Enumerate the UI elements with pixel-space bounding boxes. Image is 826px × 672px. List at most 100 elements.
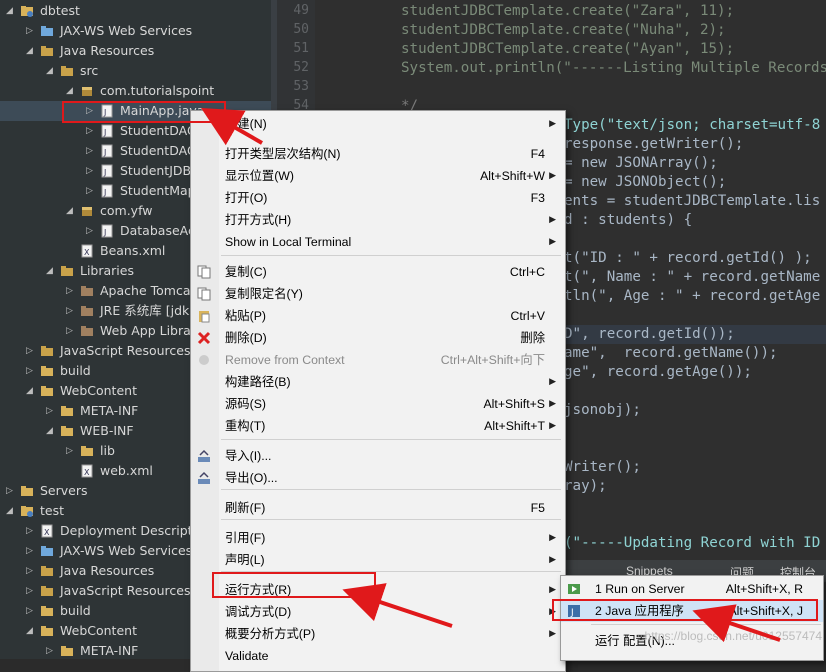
collapsed-chevron-icon[interactable]: ▷ xyxy=(66,285,74,297)
tree-item-label: com.yfw xyxy=(100,203,153,218)
collapsed-chevron-icon[interactable]: ▷ xyxy=(26,365,34,377)
collapsed-chevron-icon[interactable]: ▷ xyxy=(26,525,34,537)
collapsed-chevron-icon[interactable]: ▷ xyxy=(86,185,94,197)
code-line[interactable]: Type("text/json; charset=utf-8 xyxy=(564,117,820,133)
submenu-arrow-icon: ▶ xyxy=(549,171,556,181)
collapsed-chevron-icon[interactable]: ▷ xyxy=(86,145,94,157)
collapsed-chevron-icon[interactable]: ▷ xyxy=(66,305,74,317)
code-line[interactable]: ents = studentJDBCTemplate.lis xyxy=(564,193,820,209)
menu-item-20[interactable]: 调试方式(D) ▶ xyxy=(191,601,565,623)
code-line[interactable]: Writer(); xyxy=(564,459,641,475)
code-line[interactable]: tln(", Age : " + record.getAge xyxy=(564,288,820,304)
collapsed-chevron-icon[interactable]: ▷ xyxy=(86,225,94,237)
menu-item-8[interactable]: 粘贴(P) Ctrl+V xyxy=(191,305,565,327)
line-number: 50 xyxy=(293,22,309,37)
menu-item-17[interactable]: 引用(F) ▶ xyxy=(191,527,565,549)
menu-item-label: 新建(N) xyxy=(225,117,267,131)
menu-item-12[interactable]: 源码(S) Alt+Shift+S ▶ xyxy=(191,393,565,415)
expanded-chevron-icon[interactable]: ◢ xyxy=(26,385,34,397)
submenu-arrow-icon: ▶ xyxy=(549,421,556,431)
code-line[interactable]: studentJDBCTemplate.create("Ayan", 15); xyxy=(401,41,734,57)
submenu-item-shortcut: Alt+Shift+X, R xyxy=(725,582,803,596)
collapsed-chevron-icon[interactable]: ▷ xyxy=(46,405,54,417)
menu-item-0[interactable]: 新建(N) ▶ xyxy=(191,113,565,135)
collapsed-chevron-icon[interactable]: ▷ xyxy=(66,445,74,457)
menu-item-6[interactable]: 复制(C) Ctrl+C xyxy=(191,261,565,283)
menu-item-14[interactable]: 导入(I)... xyxy=(191,445,565,467)
menu-item-1[interactable]: 打开类型层次结构(N) F4 xyxy=(191,143,565,165)
menu-item-22[interactable]: Validate xyxy=(191,645,565,667)
menu-item-16[interactable]: 刷新(F) F5 xyxy=(191,497,565,519)
code-line[interactable]: ray); xyxy=(564,478,607,494)
collapsed-chevron-icon[interactable]: ▷ xyxy=(26,545,34,557)
submenu-arrow-icon: ▶ xyxy=(549,555,556,565)
code-line[interactable]: t("ID : " + record.getId() ); xyxy=(564,250,812,266)
collapsed-chevron-icon[interactable]: ▷ xyxy=(26,585,34,597)
expanded-chevron-icon[interactable]: ◢ xyxy=(6,5,14,17)
expanded-chevron-icon[interactable]: ◢ xyxy=(66,205,74,217)
expanded-chevron-icon[interactable]: ◢ xyxy=(66,85,74,97)
collapsed-chevron-icon[interactable]: ▷ xyxy=(26,345,34,357)
code-line[interactable]: System.out.println("------Listing Multip… xyxy=(401,60,826,76)
code-line[interactable]: d : students) { xyxy=(564,212,692,228)
code-line[interactable]: = new JSONArray(); xyxy=(564,155,718,171)
tree-item-java-resources[interactable]: ◢ Java Resources xyxy=(0,41,271,61)
menu-item-21[interactable]: 概要分析方式(P) ▶ xyxy=(191,623,565,645)
tree-item-label: Servers xyxy=(40,483,88,498)
collapsed-chevron-icon[interactable]: ▷ xyxy=(86,125,94,137)
expanded-chevron-icon[interactable]: ◢ xyxy=(6,505,14,517)
tree-item-label: Libraries xyxy=(80,263,134,278)
menu-item-4[interactable]: 打开方式(H) ▶ xyxy=(191,209,565,231)
expanded-chevron-icon[interactable]: ◢ xyxy=(26,45,34,57)
webservice-icon xyxy=(40,24,54,38)
code-line[interactable]: studentJDBCTemplate.create("Zara", 11); xyxy=(401,3,734,19)
expanded-chevron-icon[interactable]: ◢ xyxy=(46,265,54,277)
code-line[interactable]: D", record.getId()); xyxy=(564,326,735,342)
collapsed-chevron-icon[interactable]: ▷ xyxy=(26,565,34,577)
collapsed-chevron-icon[interactable]: ▷ xyxy=(26,605,34,617)
tree-item-dbtest[interactable]: ◢ dbtest xyxy=(0,1,271,21)
watermark: https://blog.csdn.net/u012557474 xyxy=(644,629,822,643)
menu-item-label: 打开类型层次结构(N) xyxy=(225,147,341,161)
code-line[interactable]: ame", record.getName()); xyxy=(564,345,778,361)
menu-item-3[interactable]: 打开(O) F3 xyxy=(191,187,565,209)
menu-item-15[interactable]: 导出(O)... xyxy=(191,467,565,489)
code-line[interactable]: jsonobj); xyxy=(564,402,641,418)
line-number: 49 xyxy=(293,3,309,18)
code-line[interactable]: ge", record.getAge()); xyxy=(564,364,752,380)
tree-item-label: build xyxy=(60,363,91,378)
expanded-chevron-icon[interactable]: ◢ xyxy=(46,425,54,437)
xml-file-icon: X xyxy=(80,464,94,478)
menu-item-18[interactable]: 声明(L) ▶ xyxy=(191,549,565,571)
menu-item-11[interactable]: 构建路径(B) ▶ xyxy=(191,371,565,393)
tree-item-label: META-INF xyxy=(80,403,139,418)
submenu-item-0[interactable]: 1 Run on Server Alt+Shift+X, R xyxy=(561,578,823,600)
submenu-arrow-icon: ▶ xyxy=(549,533,556,543)
code-line[interactable]: = new JSONObject(); xyxy=(564,174,726,190)
expanded-chevron-icon[interactable]: ◢ xyxy=(46,65,54,77)
menu-item-label: 构建路径(B) xyxy=(225,375,291,389)
tree-item-jax-ws-web-services[interactable]: ▷ JAX-WS Web Services xyxy=(0,21,271,41)
code-line[interactable]: t(", Name : " + record.getName xyxy=(564,269,820,285)
java-file-icon: J xyxy=(100,144,114,158)
collapsed-chevron-icon[interactable]: ▷ xyxy=(66,325,74,337)
menu-item-2[interactable]: 显示位置(W) Alt+Shift+W ▶ xyxy=(191,165,565,187)
menu-item-7[interactable]: 复制限定名(Y) xyxy=(191,283,565,305)
menu-item-9[interactable]: 删除(D) 删除 xyxy=(191,327,565,349)
collapsed-chevron-icon[interactable]: ▷ xyxy=(26,25,34,37)
menu-item-5[interactable]: Show in Local Terminal ▶ xyxy=(191,231,565,253)
tree-item-label: Deployment Descriptor xyxy=(60,523,206,538)
tree-item-com-tutorialspoint[interactable]: ◢ com.tutorialspoint xyxy=(0,81,271,101)
code-line[interactable]: response.getWriter(); xyxy=(564,136,743,152)
menu-item-13[interactable]: 重构(T) Alt+Shift+T ▶ xyxy=(191,415,565,437)
collapsed-chevron-icon[interactable]: ▷ xyxy=(6,485,14,497)
collapsed-chevron-icon[interactable]: ▷ xyxy=(46,645,54,657)
java-file-icon: J xyxy=(100,124,114,138)
code-line[interactable]: ("-----Updating Record with ID xyxy=(564,535,820,551)
submenu-arrow-icon: ▶ xyxy=(549,119,556,129)
expanded-chevron-icon[interactable]: ◢ xyxy=(26,625,34,637)
tree-item-label: dbtest xyxy=(40,3,80,18)
code-line[interactable]: studentJDBCTemplate.create("Nuha", 2); xyxy=(401,22,726,38)
tree-item-src[interactable]: ◢ src xyxy=(0,61,271,81)
collapsed-chevron-icon[interactable]: ▷ xyxy=(86,165,94,177)
